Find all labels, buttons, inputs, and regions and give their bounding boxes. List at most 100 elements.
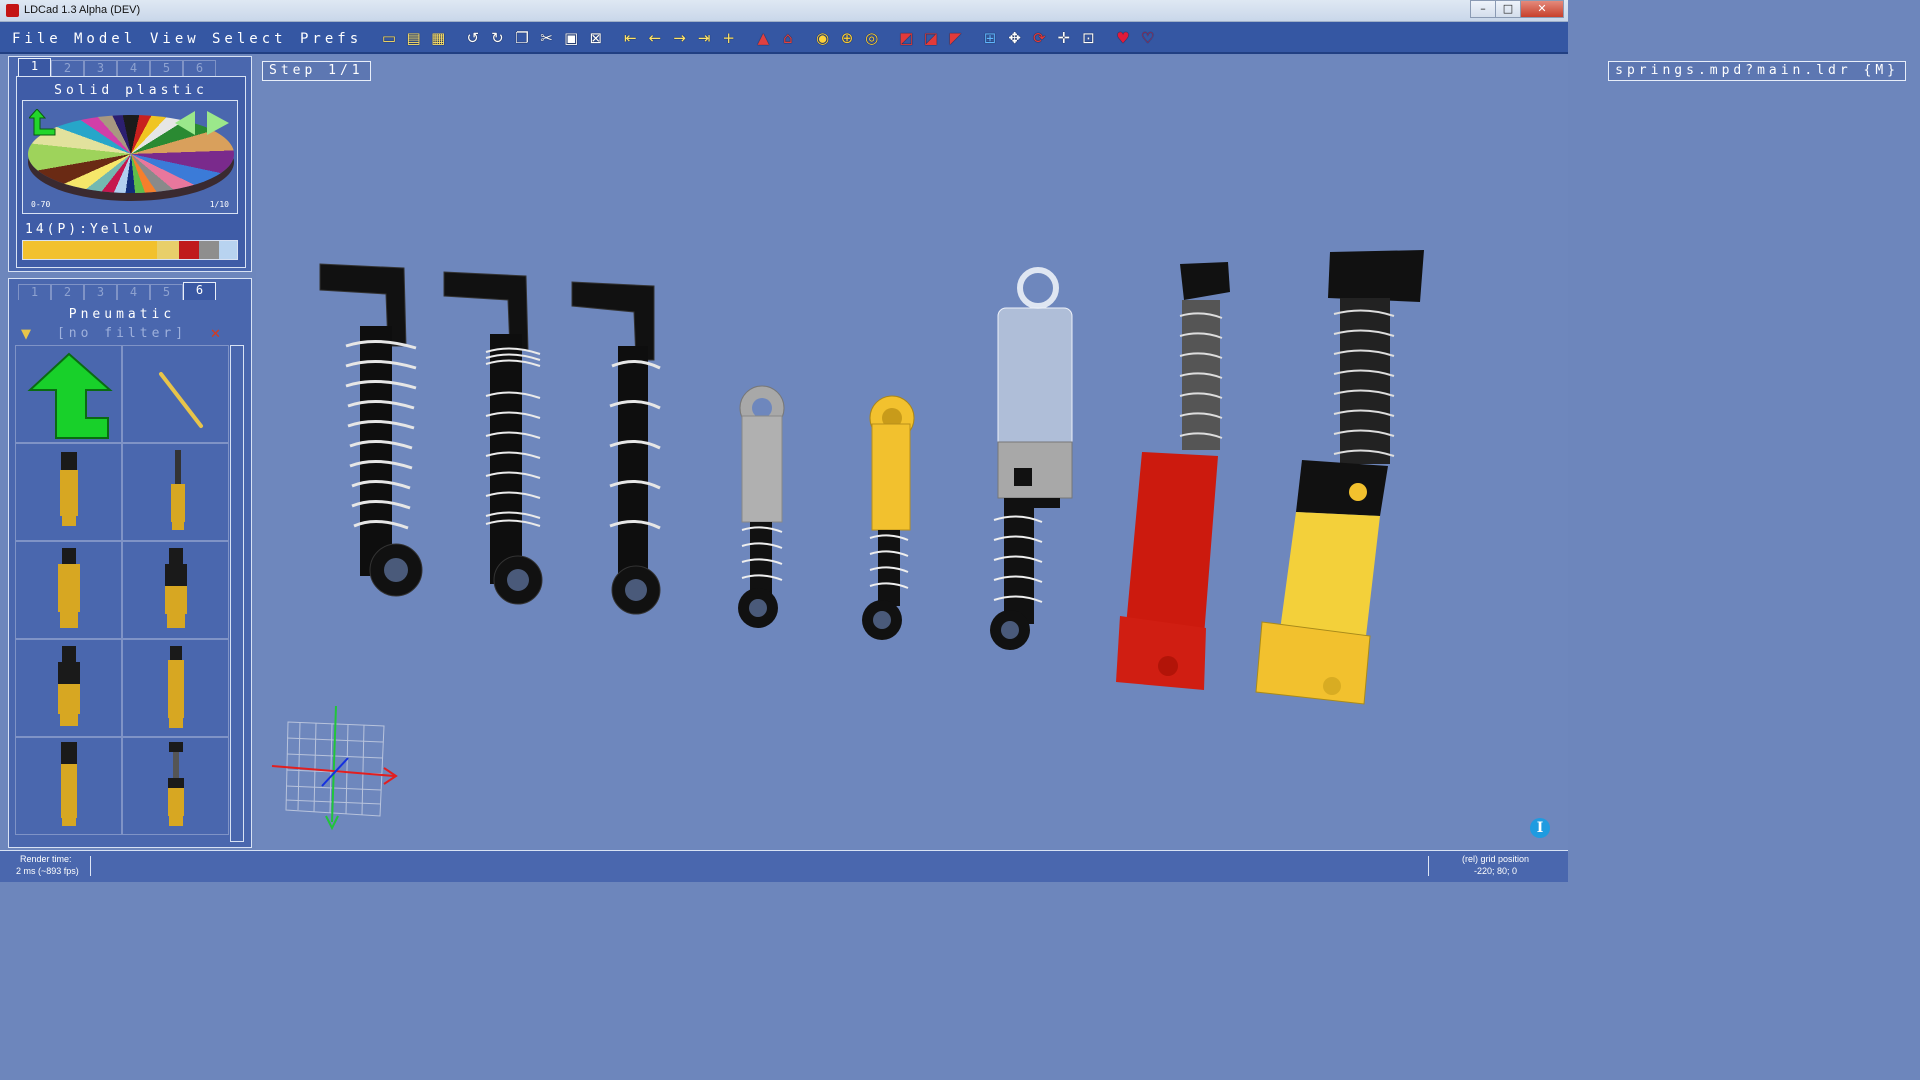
window-titlebar: LDCad 1.3 Alpha (DEV) – □ ✕ <box>0 0 1568 22</box>
recent-color-swatch[interactable] <box>179 241 199 259</box>
axis-gizmo <box>271 705 398 831</box>
clear-filter-icon[interactable]: ✕ <box>210 327 224 342</box>
parts-cell-cylinder-5[interactable] <box>15 737 122 835</box>
group-icon[interactable]: ▲ <box>752 27 774 49</box>
render-time-label: Render time: <box>20 854 72 864</box>
shock-absorber-1 <box>319 263 423 597</box>
parts-scrollbar[interactable] <box>230 345 244 842</box>
color-tab-6[interactable]: 6 <box>183 60 216 76</box>
menu-view[interactable]: View <box>150 31 200 47</box>
color-tab-4[interactable]: 4 <box>117 60 150 76</box>
unhide-icon[interactable]: ◪ <box>920 27 942 49</box>
parts-cell-cylinder-6[interactable] <box>122 737 229 835</box>
color-tab-3[interactable]: 3 <box>84 60 117 76</box>
last-step-icon[interactable]: ⇥ <box>693 27 715 49</box>
shock-absorber-transparent <box>990 267 1073 650</box>
parts-cell-pump-2[interactable] <box>122 443 229 541</box>
color-pick-icon[interactable]: ◉ <box>812 27 834 49</box>
recent-color-swatch[interactable] <box>219 241 237 259</box>
grid-position-label: (rel) grid position <box>1462 854 1530 864</box>
up-arrow-icon[interactable] <box>24 352 114 440</box>
add-step-icon[interactable]: + <box>718 27 740 49</box>
pneumatic-cylinder-yellow <box>1255 250 1424 705</box>
save-icon[interactable]: ▤ <box>403 27 425 49</box>
pneumatic-hose-part[interactable] <box>157 370 207 432</box>
color-bin-tabs: 1 2 3 4 5 6 <box>18 58 216 76</box>
menu-model[interactable]: Model <box>74 31 136 47</box>
parts-tab-6[interactable]: 6 <box>183 282 216 300</box>
hide-icon[interactable]: ◩ <box>895 27 917 49</box>
redo-icon[interactable]: ↻ <box>486 27 508 49</box>
first-step-icon[interactable]: ⇤ <box>619 27 641 49</box>
color-replace-icon[interactable]: ◎ <box>861 27 883 49</box>
recent-colors <box>22 240 238 260</box>
close-button[interactable]: ✕ <box>1520 0 1564 18</box>
menu-prefs[interactable]: Prefs <box>300 31 362 47</box>
color-tab-5[interactable]: 5 <box>150 60 183 76</box>
parts-tab-5[interactable]: 5 <box>150 284 183 300</box>
unfavorite-icon[interactable]: ♡ <box>1137 27 1159 49</box>
paste-icon[interactable]: ▣ <box>560 27 582 49</box>
model-viewport[interactable] <box>256 56 1568 850</box>
favorite-icon[interactable]: ♥ <box>1112 27 1134 49</box>
parts-cell-cylinder-1[interactable] <box>15 541 122 639</box>
grid-position-value: -220; 80; 0 <box>1474 866 1518 876</box>
scene-canvas[interactable] <box>256 56 1568 850</box>
page-arrows-icon[interactable] <box>175 111 229 135</box>
parts-tab-1[interactable]: 1 <box>18 284 51 300</box>
minimize-button[interactable]: – <box>1470 0 1496 18</box>
parts-cell-up[interactable] <box>15 345 122 443</box>
snap-icon[interactable]: ⊡ <box>1077 27 1099 49</box>
status-bar: Render time: 2 ms (~893 fps) (rel) grid … <box>0 850 1568 882</box>
status-divider <box>90 856 91 876</box>
isolate-icon[interactable]: ◤ <box>944 27 966 49</box>
info-icon[interactable]: I <box>1530 818 1550 838</box>
shock-absorber-2 <box>443 271 543 605</box>
maximize-button[interactable]: □ <box>1495 0 1521 18</box>
pan-icon[interactable]: ✛ <box>1053 27 1075 49</box>
move-icon[interactable]: ✥ <box>1004 27 1026 49</box>
parts-tab-2[interactable]: 2 <box>51 284 84 300</box>
color-group-title: Solid plastic <box>54 83 208 98</box>
parts-cell-cylinder-3[interactable] <box>15 639 122 737</box>
prev-step-icon[interactable]: ← <box>644 27 666 49</box>
undo-icon[interactable]: ↺ <box>462 27 484 49</box>
recent-color-swatch[interactable] <box>199 241 219 259</box>
current-file-label[interactable]: springs.mpd?main.ldr {M} <box>1608 61 1906 81</box>
color-apply-icon[interactable]: ⊕ <box>836 27 858 49</box>
next-step-icon[interactable]: → <box>669 27 691 49</box>
shock-absorber-grey <box>738 385 785 628</box>
grid-icon[interactable]: ⊞ <box>979 27 1001 49</box>
recent-color-swatch[interactable] <box>23 241 157 259</box>
color-wheel[interactable]: 0-70 1/10 <box>22 100 238 214</box>
parts-cell-pump-1[interactable] <box>15 443 122 541</box>
up-arrow-icon[interactable] <box>29 109 59 137</box>
parts-filter-bar[interactable]: ▼ [no filter] ✕ <box>16 326 228 344</box>
app-logo-icon <box>6 4 19 17</box>
copy-icon[interactable]: ❐ <box>511 27 533 49</box>
cut-icon[interactable]: ✂ <box>536 27 558 49</box>
open-icon[interactable]: ▭ <box>378 27 400 49</box>
parts-cell-cylinder-4[interactable] <box>122 639 229 737</box>
delete-icon[interactable]: ⊠ <box>585 27 607 49</box>
window-title: LDCad 1.3 Alpha (DEV) <box>24 4 141 16</box>
parts-cell-hose[interactable] <box>122 345 229 443</box>
rotate-icon[interactable]: ⟳ <box>1028 27 1050 49</box>
ungroup-icon[interactable]: ⌂ <box>777 27 799 49</box>
step-indicator[interactable]: Step 1/1 <box>262 61 371 81</box>
recent-color-swatch[interactable] <box>157 241 179 259</box>
parts-tab-4[interactable]: 4 <box>117 284 150 300</box>
color-tab-1[interactable]: 1 <box>18 58 51 76</box>
menu-select[interactable]: Select <box>212 31 287 47</box>
parts-bin-tabs: 1 2 3 4 5 6 <box>18 282 216 300</box>
parts-tab-3[interactable]: 3 <box>84 284 117 300</box>
filter-text[interactable]: [no filter] <box>16 326 228 341</box>
save-all-icon[interactable]: ▦ <box>427 27 449 49</box>
pneumatic-cylinder-red <box>1116 262 1230 690</box>
color-page-label: 1/10 <box>209 200 229 209</box>
menu-file[interactable]: File <box>12 31 62 47</box>
color-tab-2[interactable]: 2 <box>51 60 84 76</box>
parts-group-title: Pneumatic <box>68 307 176 322</box>
shock-absorber-yellow <box>862 395 915 640</box>
parts-cell-cylinder-2[interactable] <box>122 541 229 639</box>
